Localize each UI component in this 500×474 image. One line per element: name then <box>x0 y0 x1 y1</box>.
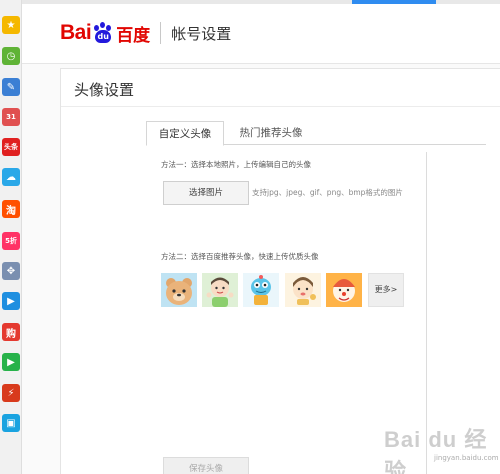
watermark-main: Bai du 经验 <box>384 427 488 474</box>
paw-icon: du <box>92 22 114 44</box>
watermark-sub: jingyan.baidu.com <box>434 454 499 462</box>
kid-avatar[interactable] <box>202 273 238 307</box>
video-icon[interactable]: ▶ <box>2 292 20 310</box>
card-title: 头像设置 <box>74 81 135 99</box>
shopping-bag-icon[interactable]: 购 <box>2 323 20 341</box>
play-icon[interactable]: ▶ <box>2 353 20 371</box>
more-avatars-button[interactable]: 更多> <box>368 273 404 307</box>
girl-avatar[interactable] <box>285 273 321 307</box>
avatar-settings-card: 头像设置 自定义头像 热门推荐头像 方法一：选择本地照片，上传编辑自己的头像 选… <box>60 68 500 474</box>
tab-popular-avatars[interactable]: 热门推荐头像 <box>226 121 316 146</box>
robot-avatar[interactable] <box>243 273 279 307</box>
logo-text-du: du <box>95 30 112 43</box>
bear-avatar[interactable] <box>161 273 197 307</box>
calendar-icon[interactable]: 31 <box>2 108 20 126</box>
history-clock-icon[interactable]: ◷ <box>2 47 20 65</box>
header-divider <box>160 22 162 44</box>
side-dock: ★ ◷ ✎ 31 头条 ☁ 淘 5折 ✥ ▶ 购 ▶ ⚡ ▣ <box>0 0 22 474</box>
weather-icon[interactable]: ☁ <box>2 168 20 186</box>
lightning-icon[interactable]: ⚡ <box>2 384 20 402</box>
card-divider <box>61 106 500 107</box>
choose-image-button[interactable]: 选择图片 <box>163 181 249 205</box>
tab-custom-avatar[interactable]: 自定义头像 <box>146 121 224 146</box>
watermark: Bai du 经验 jingyan.baidu.com <box>384 422 499 474</box>
format-hint: 支持jpg、jpeg、gif、png、bmp格式的图片 <box>252 188 403 197</box>
method2-label: 方法二：选择百度推荐头像，快速上传优质头像 <box>161 252 319 261</box>
taobao-icon[interactable]: 淘 <box>2 200 20 218</box>
page-title: 帐号设置 <box>171 24 232 43</box>
shop-icon[interactable]: 5折 <box>2 232 20 250</box>
clown-avatar[interactable] <box>326 273 362 307</box>
baidu-logo[interactable]: Bai du 百度 帐号设置 <box>60 18 231 48</box>
favorites-star-icon[interactable]: ★ <box>2 16 20 34</box>
avatar-tabs: 自定义头像 热门推荐头像 <box>146 121 486 146</box>
games-icon[interactable]: ✥ <box>2 262 20 280</box>
method1-label: 方法一：选择本地照片，上传编辑自己的头像 <box>161 160 311 169</box>
save-avatar-button[interactable]: 保存头像 <box>163 457 249 474</box>
tv-icon[interactable]: ▣ <box>2 414 20 432</box>
logo-text-bai: Bai <box>60 21 92 44</box>
headlines-icon[interactable]: 头条 <box>2 138 20 156</box>
notes-icon[interactable]: ✎ <box>2 78 20 96</box>
page-header: Bai du 百度 帐号设置 <box>22 4 500 64</box>
logo-text-chinese: 百度 <box>116 25 151 46</box>
